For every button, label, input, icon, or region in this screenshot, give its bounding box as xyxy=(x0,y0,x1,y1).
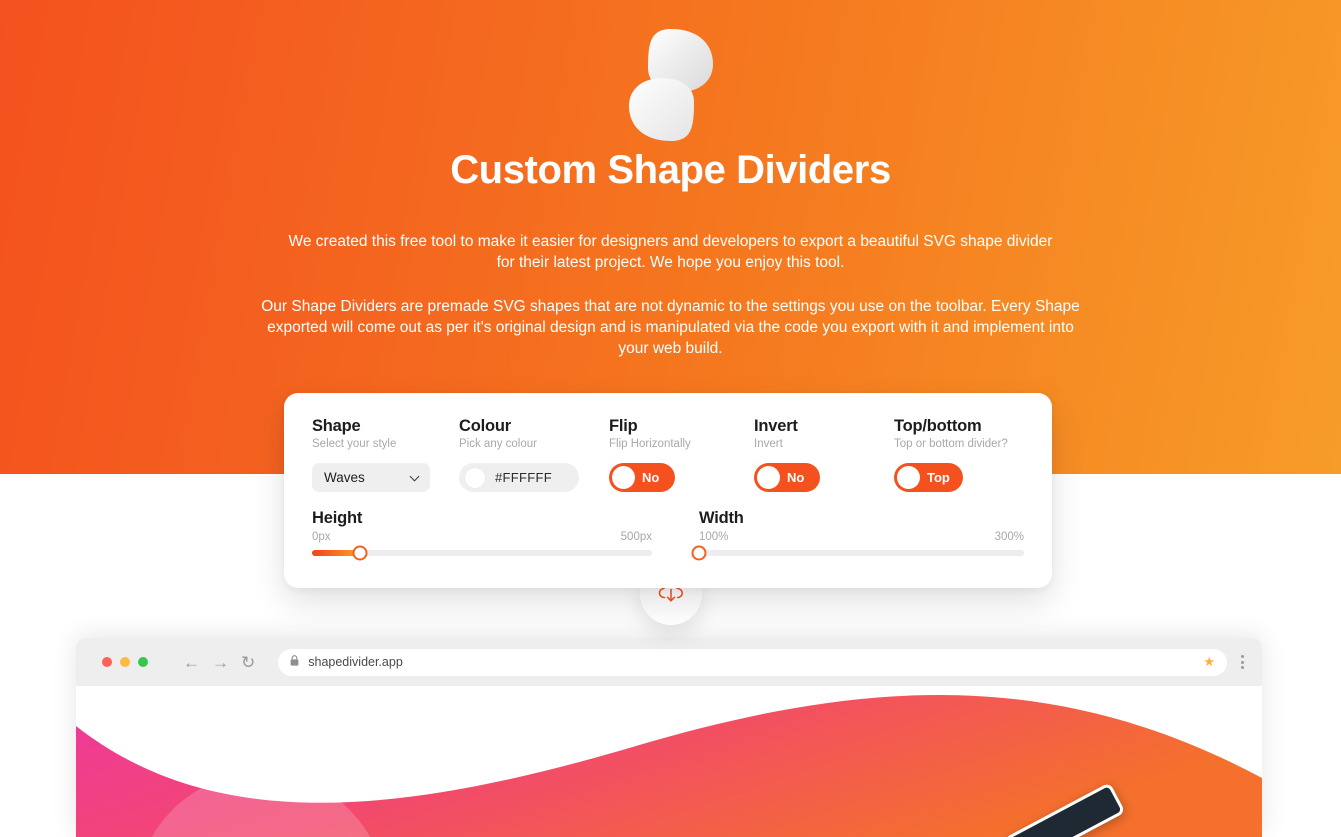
browser-nav-controls: ← → ↻ xyxy=(183,654,255,671)
height-min-label: 0px xyxy=(312,531,331,543)
colour-field: Colour Pick any colour #FFFFFF xyxy=(459,417,579,492)
hero-paragraph-1: We created this free tool to make it eas… xyxy=(288,233,1053,271)
arrow-left-icon[interactable]: ← xyxy=(183,654,200,671)
colour-swatch xyxy=(465,467,485,488)
browser-mockup: ← → ↻ shapedivider.app ★ xyxy=(76,638,1262,837)
topbottom-label: Top/bottom xyxy=(894,417,982,435)
shape-field: Shape Select your style Waves xyxy=(312,417,430,492)
height-slider[interactable] xyxy=(312,545,652,561)
flip-label: Flip xyxy=(609,417,638,435)
flip-toggle-value: No xyxy=(642,470,660,485)
page-root: Custom Shape Dividers We created this fr… xyxy=(0,0,1341,837)
width-slider[interactable] xyxy=(691,545,1024,561)
colour-label: Colour xyxy=(459,417,511,435)
window-traffic-lights xyxy=(102,657,148,667)
topbottom-toggle[interactable]: Top xyxy=(894,463,963,492)
flip-toggle[interactable]: No xyxy=(609,463,675,492)
width-label: Width xyxy=(699,509,744,527)
maximize-window-dot[interactable] xyxy=(138,657,148,667)
height-field: Height 0px 500px xyxy=(312,509,652,561)
topbottom-toggle-knob xyxy=(897,466,920,489)
address-bar[interactable]: shapedivider.app ★ xyxy=(278,648,1227,676)
topbottom-sublabel: Top or bottom divider? xyxy=(894,438,1008,450)
toolbar-row-options: Shape Select your style Waves Colour Pic… xyxy=(284,417,1052,497)
invert-toggle[interactable]: No xyxy=(754,463,820,492)
browser-toolbar: ← → ↻ shapedivider.app ★ xyxy=(76,638,1262,686)
divider-preview xyxy=(76,686,1262,837)
minimize-window-dot[interactable] xyxy=(120,657,130,667)
width-max-label: 300% xyxy=(994,531,1024,543)
star-icon[interactable]: ★ xyxy=(1203,654,1215,670)
height-label: Height xyxy=(312,509,363,527)
invert-field: Invert Invert No xyxy=(754,417,820,494)
address-bar-url: shapedivider.app xyxy=(308,655,403,669)
colour-picker[interactable]: #FFFFFF xyxy=(459,463,579,492)
height-range-labels: 0px 500px xyxy=(312,531,652,543)
shape-select-value: Waves xyxy=(324,470,365,485)
page-title: Custom Shape Dividers xyxy=(450,148,891,192)
height-max-label: 500px xyxy=(620,531,652,543)
hero-paragraph-2: Our Shape Dividers are premade SVG shape… xyxy=(261,298,1080,357)
colour-sublabel: Pick any colour xyxy=(459,438,537,450)
settings-toolbar: Shape Select your style Waves Colour Pic… xyxy=(284,393,1052,588)
flip-field: Flip Flip Horizontally No xyxy=(609,417,691,494)
reload-icon[interactable]: ↻ xyxy=(241,654,255,671)
shape-select[interactable]: Waves xyxy=(312,463,430,492)
arrow-right-icon[interactable]: → xyxy=(212,654,229,671)
invert-label: Invert xyxy=(754,417,798,435)
topbottom-field: Top/bottom Top or bottom divider? Top xyxy=(894,417,1008,494)
lock-icon xyxy=(290,655,299,669)
invert-sublabel: Invert xyxy=(754,438,783,450)
invert-toggle-value: No xyxy=(787,470,805,485)
shape-sublabel: Select your style xyxy=(312,438,397,450)
close-window-dot[interactable] xyxy=(102,657,112,667)
shapedivider-logo-icon xyxy=(628,26,714,144)
flip-toggle-knob xyxy=(612,466,635,489)
shape-label: Shape xyxy=(312,417,361,435)
height-slider-thumb[interactable] xyxy=(352,545,368,561)
invert-toggle-knob xyxy=(757,466,780,489)
width-slider-thumb[interactable] xyxy=(691,545,707,561)
width-min-label: 100% xyxy=(699,531,729,543)
chevron-down-icon xyxy=(411,473,420,482)
width-field: Width 100% 300% xyxy=(691,509,1024,561)
topbottom-toggle-value: Top xyxy=(927,470,950,485)
kebab-menu-icon[interactable] xyxy=(1241,655,1244,669)
flip-sublabel: Flip Horizontally xyxy=(609,438,691,450)
colour-value: #FFFFFF xyxy=(495,470,552,485)
width-range-labels: 100% 300% xyxy=(699,531,1024,543)
